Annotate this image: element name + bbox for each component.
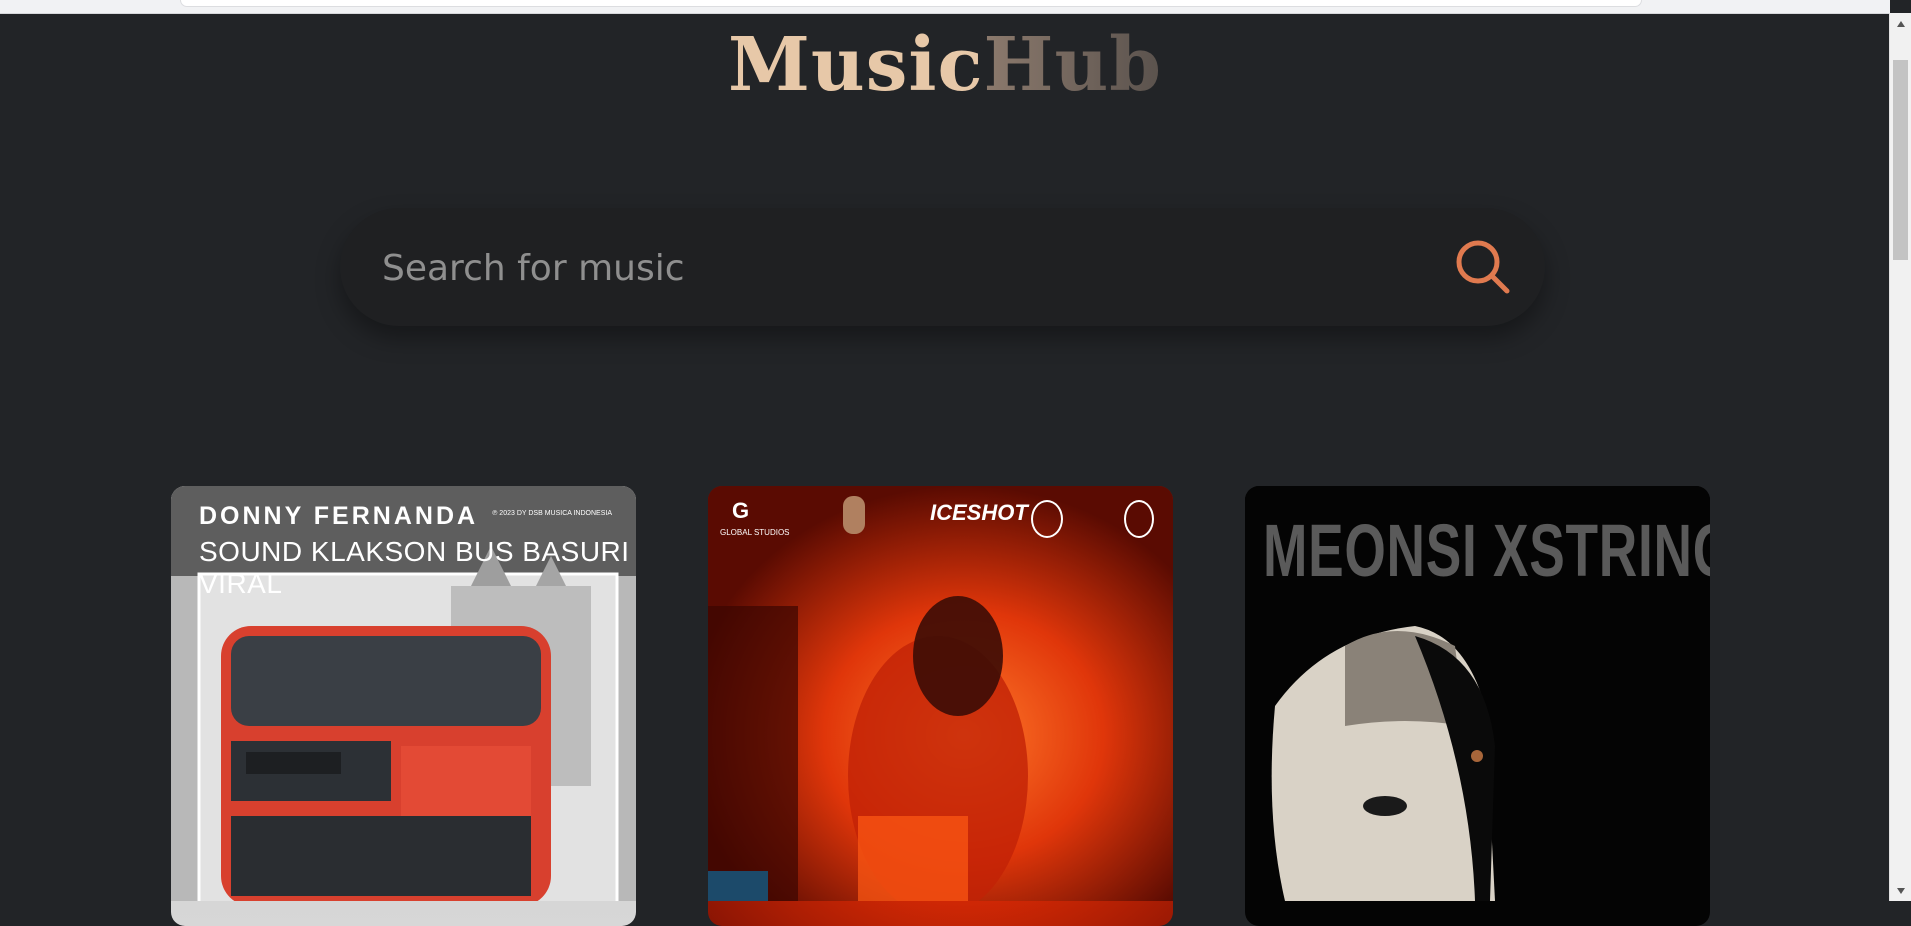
page-scrollbar[interactable] bbox=[1889, 13, 1911, 901]
chevron-down-icon bbox=[1896, 887, 1905, 894]
search-button[interactable] bbox=[1451, 235, 1515, 299]
logo-circle bbox=[1124, 500, 1154, 538]
album-card[interactable]: DONNY FERNANDA ℗ 2023 DY DSB MUSICA INDO… bbox=[171, 486, 636, 926]
album-card[interactable]: G GLOBAL STUDIOS ICESHOT bbox=[708, 486, 1173, 926]
browser-tab-edge bbox=[180, 0, 1642, 7]
logo-global-studios: GLOBAL STUDIOS bbox=[720, 528, 790, 537]
card-copyright: ℗ 2023 DY DSB MUSICA INDONESIA bbox=[492, 510, 612, 517]
card-cover-text: MEONSI XSTRING bbox=[1263, 509, 1710, 592]
card-artist: DONNY FERNANDA bbox=[199, 502, 479, 530]
scroll-thumb[interactable] bbox=[1893, 60, 1908, 260]
search-icon bbox=[1456, 240, 1510, 294]
chevron-up-icon bbox=[1896, 20, 1905, 27]
scroll-up-button[interactable] bbox=[1890, 13, 1911, 34]
logo-g: G bbox=[732, 498, 750, 523]
search-bar bbox=[340, 208, 1545, 328]
logo-iceshot: ICESHOT bbox=[930, 500, 1028, 525]
app-logo[interactable]: MusicHub bbox=[0, 22, 1890, 108]
search-input[interactable] bbox=[380, 208, 1384, 328]
album-card[interactable]: MEONSI XSTRING bbox=[1245, 486, 1710, 926]
scroll-down-button[interactable] bbox=[1890, 880, 1911, 901]
logo-music: Music bbox=[727, 22, 984, 108]
label-logos: G GLOBAL STUDIOS ICESHOT bbox=[708, 494, 1173, 554]
logo-figure bbox=[843, 496, 865, 534]
logo-emblem bbox=[1031, 500, 1063, 538]
logo-hub: Hub bbox=[983, 22, 1162, 108]
card-title: SOUND KLAKSON BUS BASURI VIRAL bbox=[199, 536, 630, 599]
browser-top-strip bbox=[0, 0, 1890, 14]
